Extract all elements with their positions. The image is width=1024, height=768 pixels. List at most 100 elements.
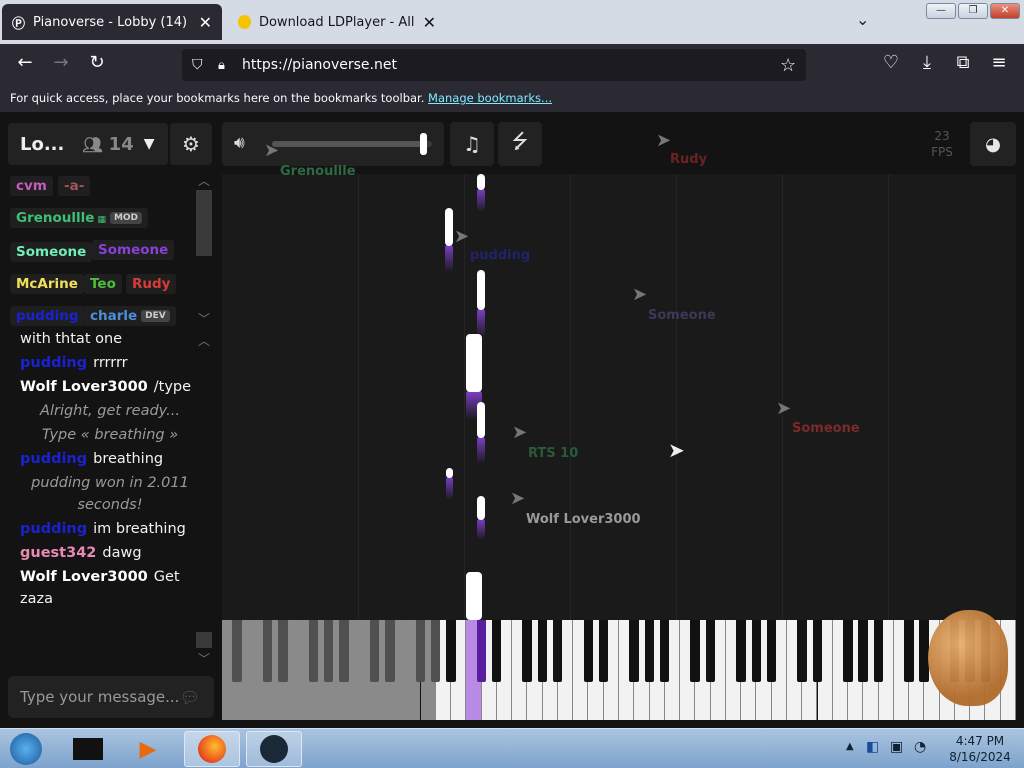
- black-key[interactable]: [598, 620, 609, 682]
- chat-scrollbar[interactable]: [196, 632, 212, 648]
- black-key[interactable]: [430, 620, 441, 682]
- note-trail: [477, 518, 485, 540]
- userlist-scrollbar[interactable]: [196, 190, 212, 256]
- user-tag[interactable]: McArine: [10, 274, 84, 294]
- chat-message: Wolf Lover3000/type: [20, 376, 200, 398]
- black-key[interactable]: [369, 620, 380, 682]
- black-key[interactable]: [323, 620, 334, 682]
- black-key[interactable]: [797, 620, 807, 682]
- black-key[interactable]: [873, 620, 884, 682]
- scroll-down-icon[interactable]: ﹀: [198, 650, 210, 667]
- tray-network-icon[interactable]: ▣: [890, 739, 903, 755]
- taskbar-app-firefox[interactable]: [184, 731, 240, 767]
- taskbar-app-terminal[interactable]: [60, 731, 116, 767]
- downloads-icon[interactable]: ⤓: [914, 52, 940, 73]
- scroll-down-icon[interactable]: ﹀: [198, 310, 210, 327]
- chat-author[interactable]: pudding: [20, 451, 87, 467]
- black-key[interactable]: [751, 620, 761, 682]
- black-key[interactable]: [644, 620, 655, 682]
- user-tag[interactable]: -a-: [58, 176, 91, 196]
- tray-volume-icon[interactable]: ◔: [914, 739, 926, 755]
- taskbar-app-media[interactable]: ▶: [120, 731, 176, 767]
- black-key[interactable]: [812, 620, 823, 682]
- tray-app-icon[interactable]: ◧: [866, 739, 879, 755]
- volume-handle[interactable]: [420, 133, 427, 155]
- user-tag[interactable]: pudding: [10, 306, 85, 326]
- minimize-button[interactable]: —: [926, 3, 956, 19]
- black-key[interactable]: [659, 620, 670, 682]
- close-window-button[interactable]: ✕: [990, 3, 1020, 19]
- bookmark-star-icon[interactable]: ☆: [780, 55, 796, 76]
- scroll-up-icon[interactable]: ︿: [198, 172, 210, 189]
- pocket-icon[interactable]: ♡: [878, 52, 904, 73]
- black-key[interactable]: [766, 620, 777, 682]
- black-key[interactable]: [583, 620, 594, 682]
- scroll-up-icon[interactable]: ︿: [198, 332, 210, 349]
- chat-author[interactable]: guest342: [20, 545, 96, 561]
- black-key[interactable]: [415, 620, 426, 682]
- back-icon[interactable]: ←: [12, 52, 38, 73]
- user-tag[interactable]: charle DEV: [84, 306, 176, 326]
- maximize-button[interactable]: ❐: [958, 3, 988, 19]
- reload-icon[interactable]: ↻: [84, 52, 110, 73]
- instrument-button[interactable]: ♫: [450, 122, 494, 166]
- chat-message: with thtat one: [20, 328, 200, 350]
- black-key[interactable]: [339, 620, 349, 682]
- user-tag[interactable]: Someone: [92, 240, 175, 260]
- chat-author[interactable]: pudding: [20, 521, 87, 537]
- close-tab-icon[interactable]: ✕: [423, 13, 436, 32]
- close-tab-icon[interactable]: ✕: [199, 13, 212, 32]
- tracking-shield-icon[interactable]: ⛉: [192, 57, 203, 73]
- tray-expand-icon[interactable]: ▲: [846, 741, 854, 752]
- url-bar[interactable]: ⛉ 🔒︎ https://pianoverse.net ☆: [182, 49, 806, 81]
- list-tabs-chevron-icon[interactable]: ⌄: [856, 10, 869, 29]
- black-key[interactable]: [858, 620, 868, 682]
- black-key[interactable]: [446, 620, 456, 682]
- black-key[interactable]: [491, 620, 502, 682]
- settings-button[interactable]: ⚙: [170, 123, 212, 165]
- black-key[interactable]: [385, 620, 395, 682]
- black-key[interactable]: [629, 620, 639, 682]
- volume-icon[interactable]: 🔊︎: [234, 133, 245, 153]
- user-tag[interactable]: Teo: [84, 274, 122, 294]
- system-clock[interactable]: 4:47 PM 8/16/2024: [938, 733, 1022, 765]
- black-key[interactable]: [232, 620, 242, 682]
- chat-author[interactable]: Wolf Lover3000: [20, 569, 148, 585]
- black-key[interactable]: [522, 620, 532, 682]
- black-key[interactable]: [553, 620, 563, 682]
- discord-button[interactable]: ◕: [970, 122, 1016, 166]
- volume-slider[interactable]: [272, 133, 432, 155]
- cursor-icon: ➤: [510, 488, 526, 509]
- black-key[interactable]: [690, 620, 700, 682]
- taskbar-app-steam[interactable]: [246, 731, 302, 767]
- black-key[interactable]: [262, 620, 273, 682]
- chat-author[interactable]: pudding: [20, 355, 87, 371]
- black-key[interactable]: [537, 620, 548, 682]
- midi-button[interactable]: ⭍: [498, 122, 542, 166]
- chat-author[interactable]: Wolf Lover3000: [20, 379, 148, 395]
- forward-icon[interactable]: →: [48, 52, 74, 73]
- black-key[interactable]: [308, 620, 319, 682]
- black-key[interactable]: [705, 620, 716, 682]
- black-key[interactable]: [476, 620, 487, 682]
- user-tag[interactable]: cvm: [10, 176, 53, 196]
- tab-pianoverse[interactable]: Ⓟ Pianoverse - Lobby (14) ✕: [2, 4, 222, 40]
- user-tag[interactable]: Grenoullle ▦ MOD: [10, 208, 149, 228]
- black-key[interactable]: [278, 620, 288, 682]
- user-name: Teo: [90, 276, 116, 292]
- manage-bookmarks-link[interactable]: Manage bookmarks...: [428, 91, 552, 105]
- piano-keyboard[interactable]: [222, 620, 1016, 720]
- black-key[interactable]: [843, 620, 853, 682]
- room-selector[interactable]: Lo... 👥︎ 14 ▼: [8, 123, 168, 165]
- menu-icon[interactable]: ≡: [986, 52, 1012, 73]
- user-tag[interactable]: Someone: [10, 242, 93, 262]
- user-tag[interactable]: Rudy: [126, 274, 177, 294]
- lock-icon[interactable]: 🔒︎: [218, 58, 225, 73]
- extensions-icon[interactable]: ⧉: [950, 52, 976, 73]
- black-key[interactable]: [904, 620, 914, 682]
- black-key[interactable]: [736, 620, 746, 682]
- chevron-down-icon[interactable]: ▼: [144, 136, 155, 152]
- start-button[interactable]: [4, 731, 48, 767]
- tab-ldplayer[interactable]: Download LDPlayer - All Version ✕: [228, 4, 446, 40]
- chat-input[interactable]: Type your message... 💬︎: [8, 676, 214, 718]
